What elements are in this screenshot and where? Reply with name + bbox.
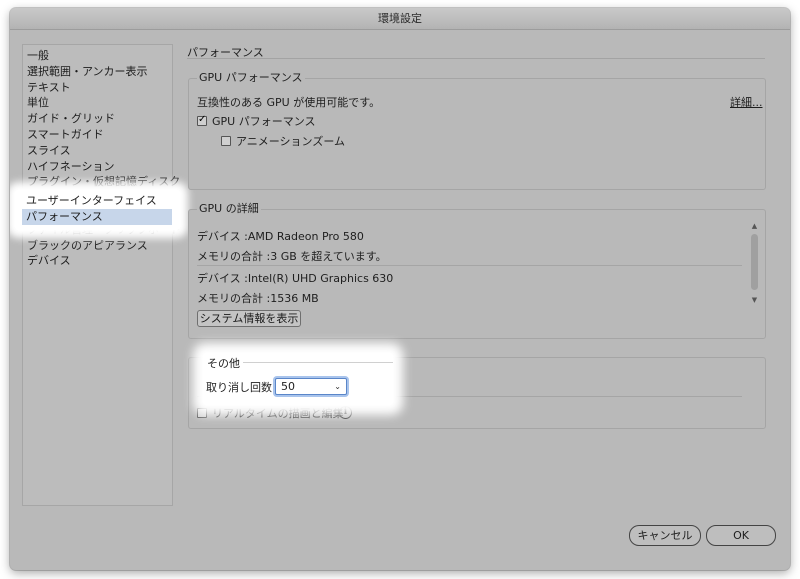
animation-zoom-label: アニメーションズーム (236, 135, 346, 148)
gpu-device-2: デバイス :Intel(R) UHD Graphics 630 (197, 272, 394, 285)
gpu-status-text: 互換性のある GPU が使用可能です。 (197, 96, 381, 109)
gpu-details-legend: GPU の詳細 (197, 202, 261, 216)
sidebar-item-units[interactable]: 単位 (23, 95, 172, 111)
gpu-details-scrollbar[interactable]: ▲ ▼ (750, 222, 759, 304)
sidebar-item-user-interface[interactable]: ユーザーインターフェイス (22, 193, 172, 209)
realtime-drawing-checkbox[interactable] (197, 408, 207, 418)
scroll-up-arrow-icon[interactable]: ▲ (750, 222, 759, 230)
scroll-down-arrow-icon[interactable]: ▼ (750, 296, 759, 304)
gpu-memory-1: メモリの合計 :3 GB を超えています。 (197, 250, 387, 263)
chevron-down-icon: ⌄ (334, 382, 341, 391)
scroll-thumb[interactable] (751, 234, 758, 290)
realtime-info-button[interactable]: i (339, 404, 352, 419)
animation-zoom-checkbox-row[interactable]: アニメーションズーム (221, 133, 345, 149)
system-info-button[interactable]: システム情報を表示 (197, 310, 301, 327)
other-legend: その他 (207, 357, 240, 370)
gpu-memory-2: メモリの合計 :1536 MB (197, 292, 319, 305)
sidebar-item-hyphenation[interactable]: ハイフネーション (23, 159, 172, 175)
sidebar-item-black-appearance[interactable]: ブラックのアピアランス (23, 238, 172, 254)
sidebar-item-plugins-scratch-disks[interactable]: プラグイン・仮想記憶ディスク (23, 174, 180, 190)
animation-zoom-checkbox[interactable] (221, 136, 231, 146)
sidebar-item-guides-grid[interactable]: ガイド・グリッド (23, 111, 172, 127)
gpu-device-1: デバイス :AMD Radeon Pro 580 (197, 230, 364, 243)
ok-button[interactable]: OK (706, 525, 776, 546)
gpu-performance-label: GPU パフォーマンス (212, 115, 316, 128)
window-title: 環境設定 (10, 8, 790, 30)
realtime-drawing-label: リアルタイムの描画と編集 (212, 407, 344, 420)
sidebar-item-general[interactable]: 一般 (23, 48, 172, 64)
spotlight-sidebar: ユーザーインターフェイス パフォーマンス (15, 190, 180, 230)
realtime-checkbox-row[interactable]: リアルタイムの描画と編集 (197, 405, 344, 421)
gpu-performance-group: GPU パフォーマンス 互換性のある GPU が使用可能です。 詳細... GP… (188, 71, 766, 190)
sidebar-item-selection-anchor[interactable]: 選択範囲・アンカー表示 (23, 64, 172, 80)
sidebar-item-text[interactable]: テキスト (23, 80, 172, 96)
undo-count-select[interactable]: 50 ⌄ (275, 378, 347, 395)
category-sidebar: 一般 選択範囲・アンカー表示 テキスト 単位 ガイド・グリッド スマートガイド … (22, 44, 181, 506)
gpu-performance-checkbox[interactable] (197, 114, 207, 126)
sidebar-item-smart-guides[interactable]: スマートガイド (23, 127, 172, 143)
undo-count-value: 50 (281, 380, 295, 393)
info-icon[interactable]: i (339, 406, 352, 419)
sidebar-item-devices[interactable]: デバイス (23, 253, 172, 269)
title-divider (187, 58, 765, 59)
gpu-performance-checkbox-row[interactable]: GPU パフォーマンス (197, 113, 316, 129)
cancel-button[interactable]: キャンセル (629, 525, 701, 546)
undo-count-label: 取り消し回数 : (206, 381, 280, 394)
other-legend-rule (243, 362, 393, 363)
sidebar-item-performance[interactable]: パフォーマンス (22, 209, 172, 225)
gpu-performance-legend: GPU パフォーマンス (197, 71, 305, 85)
sidebar-item-slices[interactable]: スライス (23, 143, 172, 159)
preferences-window: 環境設定 一般 選択範囲・アンカー表示 テキスト 単位 ガイド・グリッド スマー… (10, 8, 790, 570)
details-link[interactable]: 詳細... (730, 94, 763, 110)
gpu-details-group: GPU の詳細 デバイス :AMD Radeon Pro 580 メモリの合計 … (188, 202, 766, 339)
device-divider (197, 265, 742, 266)
